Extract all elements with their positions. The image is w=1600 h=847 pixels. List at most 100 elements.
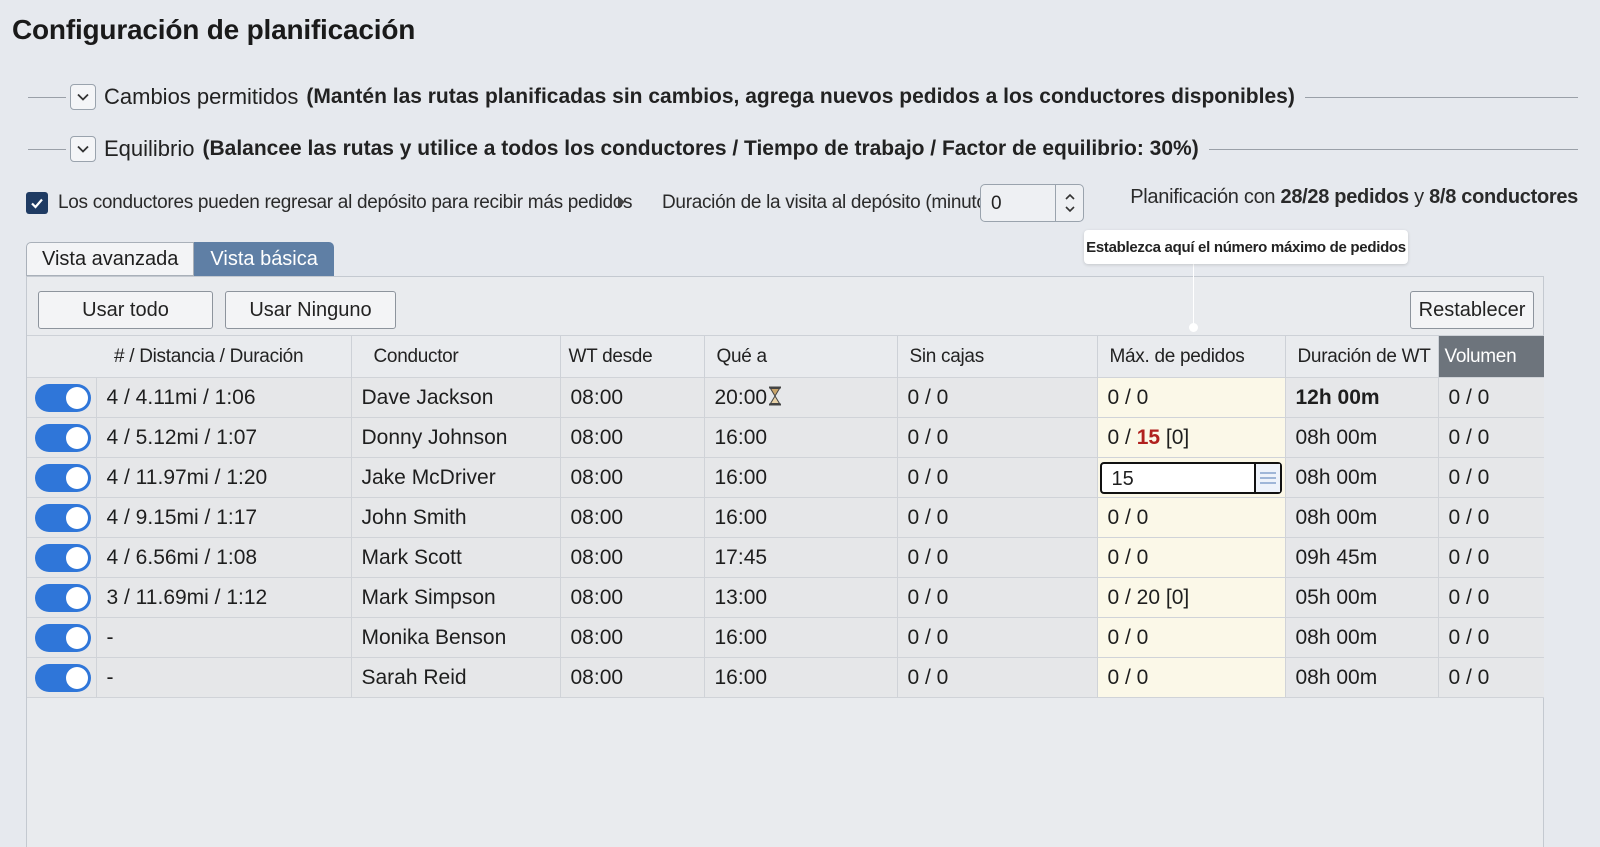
stats-cell: 3 / 11.69mi / 1:12 bbox=[96, 577, 352, 618]
stats-cell: 4 / 11.97mi / 1:20 bbox=[96, 457, 352, 498]
tooltip-anchor bbox=[1189, 323, 1198, 332]
depot-visit-duration-input[interactable]: 0 bbox=[980, 184, 1084, 222]
table-row: 4 / 9.15mi / 1:17 John Smith 08:00 16:00… bbox=[27, 497, 1544, 538]
max-orders-cell[interactable]: 0 / 0 bbox=[1097, 537, 1286, 578]
table-row: 3 / 11.69mi / 1:12 Mark Simpson 08:00 13… bbox=[27, 577, 1544, 618]
wt-from-cell[interactable]: 08:00 bbox=[560, 657, 705, 698]
section-name: Cambios permitidos bbox=[104, 84, 299, 109]
column-header-wt-from[interactable]: WT desde bbox=[560, 335, 705, 378]
table-row: - Sarah Reid 08:00 16:00 0 / 0 0 / 0 08h… bbox=[27, 657, 1544, 698]
return-to-depot-label[interactable]: Los conductores pueden regresar al depós… bbox=[58, 192, 633, 214]
column-header-boxes[interactable]: Sin cajas bbox=[897, 335, 1098, 378]
use-none-button[interactable]: Usar Ninguno bbox=[225, 291, 396, 329]
column-header-max-orders[interactable]: Máx. de pedidos bbox=[1097, 335, 1286, 378]
chevron-down-icon[interactable] bbox=[1064, 204, 1076, 214]
column-header-stats[interactable]: # / Distancia / Duración bbox=[96, 335, 352, 378]
driver-enabled-toggle[interactable] bbox=[35, 623, 91, 652]
checkmark-icon bbox=[31, 198, 43, 209]
column-header-volume[interactable]: Volumen bbox=[1438, 335, 1544, 378]
max-orders-cell[interactable]: 0 / 20 [0] bbox=[1097, 577, 1286, 618]
row-toggle-cell bbox=[27, 577, 97, 618]
driver-enabled-toggle[interactable] bbox=[35, 423, 91, 452]
max-orders-cell[interactable]: 0 / 0 bbox=[1097, 377, 1286, 418]
max-orders-input[interactable]: 15 bbox=[1099, 461, 1282, 494]
wt-from-cell[interactable]: 08:00 bbox=[560, 377, 705, 418]
row-toggle-cell bbox=[27, 537, 97, 578]
expand-balance-button[interactable] bbox=[70, 136, 96, 162]
wt-duration-cell: 12h 00m bbox=[1285, 377, 1439, 418]
wt-duration-cell: 08h 00m bbox=[1285, 497, 1439, 538]
depot-visit-label: Duración de la visita al depósito (minut… bbox=[662, 192, 1007, 213]
stats-cell: 4 / 4.11mi / 1:06 bbox=[96, 377, 352, 418]
column-header-wt-to[interactable]: Qué a bbox=[704, 335, 898, 378]
depot-visit-duration-stepper[interactable] bbox=[1055, 185, 1083, 221]
stats-cell: 4 / 6.56mi / 1:08 bbox=[96, 537, 352, 578]
drivers-panel: Usar todo Usar Ninguno Restablecer # / D… bbox=[26, 276, 1544, 847]
max-orders-cell[interactable]: 0 / 0 bbox=[1097, 617, 1286, 658]
section-description: (Mantén las rutas planificadas sin cambi… bbox=[306, 85, 1295, 108]
driver-cell: Donny Johnson bbox=[351, 417, 561, 458]
driver-enabled-toggle[interactable] bbox=[35, 503, 91, 532]
wt-to-cell[interactable]: 16:00 bbox=[704, 417, 898, 458]
table-row: 4 / 11.97mi / 1:20 Jake McDriver 08:00 1… bbox=[27, 457, 1544, 498]
wt-to-cell[interactable]: 13:00 bbox=[704, 577, 898, 618]
view-tabs: Vista avanzada Vista básica bbox=[26, 242, 334, 276]
wt-from-cell[interactable]: 08:00 bbox=[560, 617, 705, 658]
wt-from-cell[interactable]: 08:00 bbox=[560, 457, 705, 498]
wt-from-cell[interactable]: 08:00 bbox=[560, 577, 705, 618]
chevron-up-icon[interactable] bbox=[1064, 192, 1076, 202]
table-row: 4 / 4.11mi / 1:06 Dave Jackson 08:00 20:… bbox=[27, 377, 1544, 418]
max-orders-cell[interactable]: 0 / 0 bbox=[1097, 497, 1286, 538]
column-header-wt-duration[interactable]: Duración de WT bbox=[1285, 335, 1439, 378]
tooltip-pointer bbox=[1193, 264, 1194, 326]
driver-enabled-toggle[interactable] bbox=[35, 463, 91, 492]
wt-to-cell[interactable]: 16:00 bbox=[704, 457, 898, 498]
wt-duration-cell: 08h 00m bbox=[1285, 617, 1439, 658]
row-toggle-cell bbox=[27, 617, 97, 658]
table-row: - Monika Benson 08:00 16:00 0 / 0 0 / 0 … bbox=[27, 617, 1544, 658]
max-orders-stepper[interactable] bbox=[1253, 463, 1280, 492]
wt-to-cell[interactable]: 20:00 bbox=[704, 377, 898, 418]
wt-duration-cell: 08h 00m bbox=[1285, 417, 1439, 458]
driver-enabled-toggle[interactable] bbox=[35, 543, 91, 572]
section-allowed-changes: Cambios permitidos (Mantén las rutas pla… bbox=[28, 80, 1578, 114]
driver-cell: Mark Simpson bbox=[351, 577, 561, 618]
use-all-button[interactable]: Usar todo bbox=[38, 291, 213, 329]
tab-basic-view[interactable]: Vista básica bbox=[194, 242, 334, 276]
boxes-cell: 0 / 0 bbox=[897, 617, 1098, 658]
wt-duration-cell: 08h 00m bbox=[1285, 657, 1439, 698]
chevron-down-icon bbox=[77, 93, 89, 101]
wt-to-cell[interactable]: 16:00 bbox=[704, 657, 898, 698]
wt-to-cell[interactable]: 16:00 bbox=[704, 497, 898, 538]
column-header-driver[interactable]: Conductor bbox=[351, 335, 561, 378]
expand-allowed-changes-button[interactable] bbox=[70, 84, 96, 110]
row-toggle-cell bbox=[27, 417, 97, 458]
options-row: Los conductores pueden regresar al depós… bbox=[26, 184, 1578, 226]
wt-to-cell[interactable]: 16:00 bbox=[704, 617, 898, 658]
stats-cell: - bbox=[96, 617, 352, 658]
row-toggle-cell bbox=[27, 457, 97, 498]
driver-enabled-toggle[interactable] bbox=[35, 583, 91, 612]
wt-from-cell[interactable]: 08:00 bbox=[560, 497, 705, 538]
boxes-cell: 0 / 0 bbox=[897, 657, 1098, 698]
driver-enabled-toggle[interactable] bbox=[35, 383, 91, 412]
tab-advanced-view[interactable]: Vista avanzada bbox=[26, 242, 195, 276]
row-toggle-cell bbox=[27, 657, 97, 698]
boxes-cell: 0 / 0 bbox=[897, 577, 1098, 618]
wt-from-cell[interactable]: 08:00 bbox=[560, 537, 705, 578]
wt-from-cell[interactable]: 08:00 bbox=[560, 417, 705, 458]
driver-cell: Jake McDriver bbox=[351, 457, 561, 498]
max-orders-cell[interactable]: 0 / 15 [0] bbox=[1097, 417, 1286, 458]
reset-button[interactable]: Restablecer bbox=[1410, 291, 1534, 329]
depot-visit-duration-value[interactable]: 0 bbox=[991, 193, 1002, 215]
driver-enabled-toggle[interactable] bbox=[35, 663, 91, 692]
table-row: 4 / 5.12mi / 1:07 Donny Johnson 08:00 16… bbox=[27, 417, 1544, 458]
wt-to-cell[interactable]: 17:45 bbox=[704, 537, 898, 578]
return-to-depot-checkbox[interactable] bbox=[26, 192, 48, 214]
volume-cell: 0 / 0 bbox=[1438, 657, 1544, 698]
orders-count: 28/28 pedidos bbox=[1280, 186, 1410, 208]
column-header-toggle bbox=[27, 335, 96, 378]
max-orders-input-value[interactable]: 15 bbox=[1112, 468, 1134, 491]
row-toggle-cell bbox=[27, 497, 97, 538]
max-orders-cell[interactable]: 0 / 0 bbox=[1097, 657, 1286, 698]
